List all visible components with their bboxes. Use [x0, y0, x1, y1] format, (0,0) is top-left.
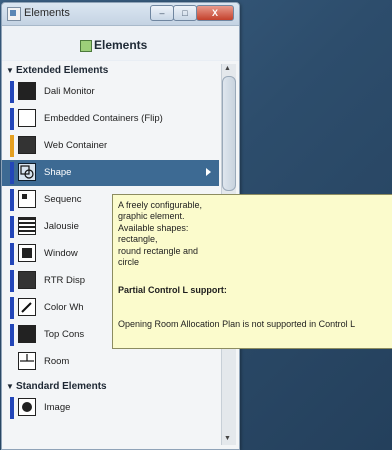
list-item-label: Sequenc [44, 194, 82, 205]
window-title: Elements [24, 7, 70, 19]
shape-icon [18, 163, 36, 181]
tooltip-note: Opening Room Allocation Plan is not supp… [118, 319, 356, 329]
accent-bar [10, 324, 14, 346]
window-icon [18, 244, 36, 262]
color-picker-icon [18, 298, 36, 316]
list-item-embedded-containers[interactable]: Embedded Containers (Flip) [2, 106, 219, 132]
scrollbar-thumb[interactable] [222, 76, 236, 191]
accent-bar [10, 108, 14, 130]
scroll-down-arrow-icon[interactable]: ▼ [224, 435, 231, 442]
list-item-label: Web Container [44, 140, 108, 151]
top-consumers-icon [18, 325, 36, 343]
section-title: Extended Elements [16, 65, 109, 76]
accent-bar [10, 243, 14, 265]
accent-bar [10, 81, 14, 103]
list-item-image[interactable]: Image [2, 395, 219, 421]
accent-bar [10, 270, 14, 292]
expand-triangle-icon: ▼ [6, 66, 14, 75]
accent-bar [10, 297, 14, 319]
list-item-label: Top Cons [44, 329, 85, 340]
web-container-icon [18, 136, 36, 154]
list-item-label: Jalousie [44, 221, 79, 232]
accent-bar [10, 162, 14, 184]
dali-monitor-icon [18, 82, 36, 100]
panel-title: Elements [94, 38, 148, 52]
close-button[interactable]: X [196, 5, 234, 21]
list-item-label: Room [44, 356, 70, 367]
tooltip-line: Available shapes: [118, 223, 189, 233]
accent-bar [10, 135, 14, 157]
scroll-up-arrow-icon[interactable]: ▲ [224, 65, 231, 72]
tooltip-line: circle [118, 257, 140, 267]
maximize-button[interactable]: □ [173, 5, 197, 21]
section-header-extended[interactable]: ▼ Extended Elements [2, 63, 222, 78]
list-item-label: Window [44, 248, 78, 259]
title-bar[interactable]: Elements – □ X [2, 3, 239, 26]
tooltip-line: A freely configurable, [118, 200, 203, 210]
sequence-icon [18, 190, 36, 208]
shape-tooltip: A freely configurable, graphic element. … [112, 194, 392, 349]
tooltip-heading: Partial Control L support: [118, 285, 227, 295]
accent-bar [10, 189, 14, 211]
list-item-dali-monitor[interactable]: Dali Monitor [2, 79, 219, 105]
section-title: Standard Elements [16, 381, 107, 392]
elements-icon [80, 40, 92, 52]
section-header-standard[interactable]: ▼ Standard Elements [2, 379, 222, 394]
accent-bar [10, 216, 14, 238]
expand-triangle-icon: ▼ [6, 382, 14, 391]
minimize-button[interactable]: – [150, 5, 174, 21]
list-item-label: RTR Disp [44, 275, 85, 286]
list-item-label: Image [44, 402, 71, 413]
list-item-label: Color Wh [44, 302, 84, 313]
image-icon [18, 398, 36, 416]
jalousie-icon [18, 217, 36, 235]
list-item-shape[interactable]: Shape [2, 160, 219, 186]
list-item-web-container[interactable]: Web Container [2, 133, 219, 159]
panel-header: Elements [2, 26, 239, 60]
rtr-display-icon [18, 271, 36, 289]
app-icon [7, 7, 21, 21]
accent-bar [10, 397, 14, 419]
page-icon [18, 109, 36, 127]
list-item-room[interactable]: Room [2, 349, 219, 375]
list-item-label: Embedded Containers (Flip) [44, 113, 163, 124]
tooltip-line: round rectangle and [118, 246, 199, 256]
list-item-label: Dali Monitor [44, 86, 95, 97]
list-item-label: Shape [44, 167, 72, 178]
tooltip-line: rectangle, [118, 234, 158, 244]
tooltip-line: graphic element. [118, 211, 185, 221]
room-icon [18, 352, 36, 370]
submenu-arrow-icon [206, 168, 211, 176]
